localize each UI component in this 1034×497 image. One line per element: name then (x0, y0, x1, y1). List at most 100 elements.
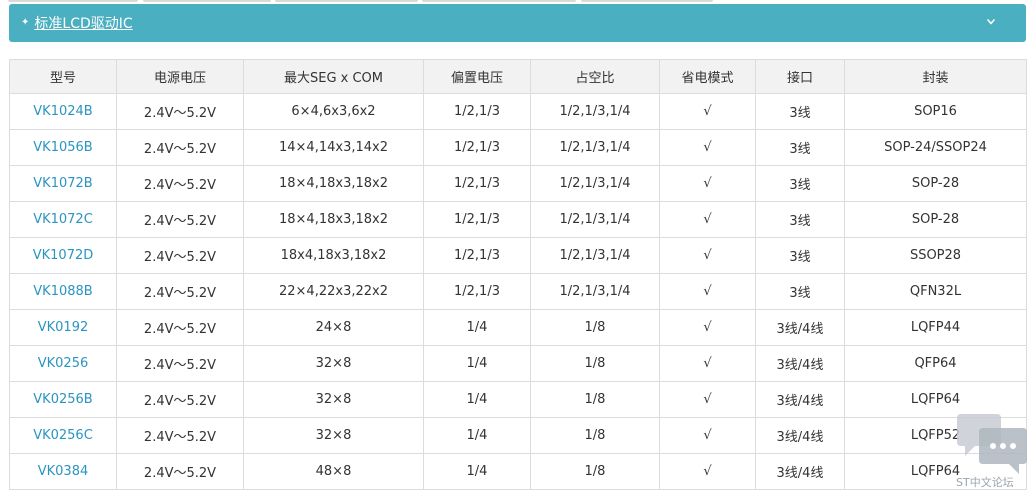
cell-voltage: 2.4V～5.2V (116, 93, 244, 130)
cell-power-save: √ (659, 129, 756, 166)
table-row: VK0256C 2.4V～5.2V 32×8 1/4 1/8 √ 3线/4线 LQFP52 (9, 417, 1027, 454)
cell-seg-com: 18×4,18x3,18x2 (243, 201, 424, 238)
cell-package: QFP64 (844, 345, 1027, 382)
cell-voltage: 2.4V～5.2V (116, 309, 244, 346)
cell-model[interactable]: VK0256 (9, 345, 117, 382)
table-row: VK0384 2.4V～5.2V 48×8 1/4 1/8 √ 3线/4线 LQFP64 (9, 453, 1027, 490)
top-tab[interactable] (275, 0, 418, 2)
cell-voltage: 2.4V～5.2V (116, 129, 244, 166)
cell-package: SSOP28 (844, 237, 1027, 274)
cell-bias: 1/4 (423, 417, 531, 454)
product-table: 型号 电源电压 最大SEG x COM 偏置电压 占空比 省电模式 接口 封装 … (9, 59, 1027, 490)
model-link[interactable]: VK0256B (33, 392, 92, 407)
top-tab[interactable] (143, 0, 271, 2)
cell-seg-com: 18×4,18x3,18x2 (243, 165, 424, 202)
model-link[interactable]: VK0256C (33, 428, 93, 443)
cell-duty: 1/2,1/3,1/4 (530, 237, 660, 274)
model-link[interactable]: VK0384 (38, 464, 89, 479)
cell-package: LQFP44 (844, 309, 1027, 346)
column-header-model: 型号 (9, 59, 117, 94)
product-table-container: 型号 电源电压 最大SEG x COM 偏置电压 占空比 省电模式 接口 封装 … (9, 59, 1027, 490)
cell-seg-com: 6×4,6x3,6x2 (243, 93, 424, 130)
column-header-duty: 占空比 (530, 59, 660, 94)
cell-seg-com: 32×8 (243, 345, 424, 382)
cell-seg-com: 18x4,18x3,18x2 (243, 237, 424, 274)
cell-model[interactable]: VK0256B (9, 381, 117, 418)
cell-duty: 1/2,1/3,1/4 (530, 129, 660, 166)
model-link[interactable]: VK0192 (38, 320, 89, 335)
chevron-down-icon[interactable] (984, 15, 998, 29)
cell-voltage: 2.4V～5.2V (116, 345, 244, 382)
cell-package: SOP-24/SSOP24 (844, 129, 1027, 166)
cell-duty: 1/8 (530, 345, 660, 382)
model-link[interactable]: VK1024B (33, 104, 92, 119)
cell-model[interactable]: VK1072D (9, 237, 117, 274)
column-header-seg-com: 最大SEG x COM (243, 59, 424, 94)
panel-header[interactable]: ✦ 标准LCD驱动IC (9, 4, 1026, 42)
table-row: VK0256 2.4V～5.2V 32×8 1/4 1/8 √ 3线/4线 QFP64 (9, 345, 1027, 382)
model-link[interactable]: VK1072B (33, 176, 92, 191)
cell-voltage: 2.4V～5.2V (116, 453, 244, 490)
model-link[interactable]: VK0256 (38, 356, 89, 371)
cell-model[interactable]: VK0256C (9, 417, 117, 454)
cell-package: SOP-28 (844, 165, 1027, 202)
cell-duty: 1/2,1/3,1/4 (530, 273, 660, 310)
cell-power-save: √ (659, 201, 756, 238)
cell-interface: 3线/4线 (755, 345, 845, 382)
top-tab[interactable] (8, 0, 138, 2)
cell-voltage: 2.4V～5.2V (116, 273, 244, 310)
cell-model[interactable]: VK1024B (9, 93, 117, 130)
cell-interface: 3线 (755, 273, 845, 310)
diamond-icon: ✦ (21, 17, 30, 28)
cell-interface: 3线 (755, 93, 845, 130)
cell-duty: 1/8 (530, 453, 660, 490)
cell-package: SOP-28 (844, 201, 1027, 238)
cell-package: QFN32L (844, 273, 1027, 310)
table-row: VK1072D 2.4V～5.2V 18x4,18x3,18x2 1/2,1/3 1/2… (9, 237, 1027, 274)
table-row: VK0192 2.4V～5.2V 24×8 1/4 1/8 √ 3线/4线 LQFP44 (9, 309, 1027, 346)
model-link[interactable]: VK1088B (33, 284, 92, 299)
model-link[interactable]: VK1072D (33, 248, 94, 263)
cell-power-save: √ (659, 453, 756, 490)
cell-seg-com: 32×8 (243, 417, 424, 454)
cell-bias: 1/4 (423, 345, 531, 382)
cell-model[interactable]: VK1088B (9, 273, 117, 310)
watermark-text: ST中文论坛 (956, 476, 1014, 489)
top-tab[interactable] (581, 0, 713, 2)
top-tab[interactable] (422, 0, 576, 2)
cell-duty: 1/2,1/3,1/4 (530, 93, 660, 130)
cell-bias: 1/4 (423, 381, 531, 418)
cell-duty: 1/8 (530, 417, 660, 454)
cell-interface: 3线 (755, 165, 845, 202)
cell-seg-com: 22×4,22x3,22x2 (243, 273, 424, 310)
cell-model[interactable]: VK1072C (9, 201, 117, 238)
cell-model[interactable]: VK1056B (9, 129, 117, 166)
cell-duty: 1/8 (530, 381, 660, 418)
cell-model[interactable]: VK0192 (9, 309, 117, 346)
model-link[interactable]: VK1056B (33, 140, 92, 155)
cell-duty: 1/2,1/3,1/4 (530, 201, 660, 238)
cell-duty: 1/8 (530, 309, 660, 346)
table-row: VK1088B 2.4V～5.2V 22×4,22x3,22x2 1/2,1/3 1/2… (9, 273, 1027, 310)
cell-model[interactable]: VK1072B (9, 165, 117, 202)
panel-title-link[interactable]: 标准LCD驱动IC (34, 13, 132, 33)
cell-seg-com: 24×8 (243, 309, 424, 346)
cell-interface: 3线/4线 (755, 309, 845, 346)
cell-model[interactable]: VK0384 (9, 453, 117, 490)
cell-power-save: √ (659, 309, 756, 346)
cell-bias: 1/2,1/3 (423, 237, 531, 274)
cell-bias: 1/4 (423, 309, 531, 346)
cell-power-save: √ (659, 165, 756, 202)
cell-seg-com: 14×4,14x3,14x2 (243, 129, 424, 166)
cell-interface: 3线 (755, 201, 845, 238)
cell-voltage: 2.4V～5.2V (116, 417, 244, 454)
table-header-row: 型号 电源电压 最大SEG x COM 偏置电压 占空比 省电模式 接口 封装 (9, 59, 1027, 94)
cell-power-save: √ (659, 345, 756, 382)
cell-interface: 3线/4线 (755, 453, 845, 490)
table-row: VK1056B 2.4V～5.2V 14×4,14x3,14x2 1/2,1/3 1/2… (9, 129, 1027, 166)
cell-duty: 1/2,1/3,1/4 (530, 165, 660, 202)
table-row: VK1024B 2.4V～5.2V 6×4,6x3,6x2 1/2,1/3 1/2,1/… (9, 93, 1027, 130)
model-link[interactable]: VK1072C (33, 212, 93, 227)
column-header-bias: 偏置电压 (423, 59, 531, 94)
cell-bias: 1/2,1/3 (423, 93, 531, 130)
